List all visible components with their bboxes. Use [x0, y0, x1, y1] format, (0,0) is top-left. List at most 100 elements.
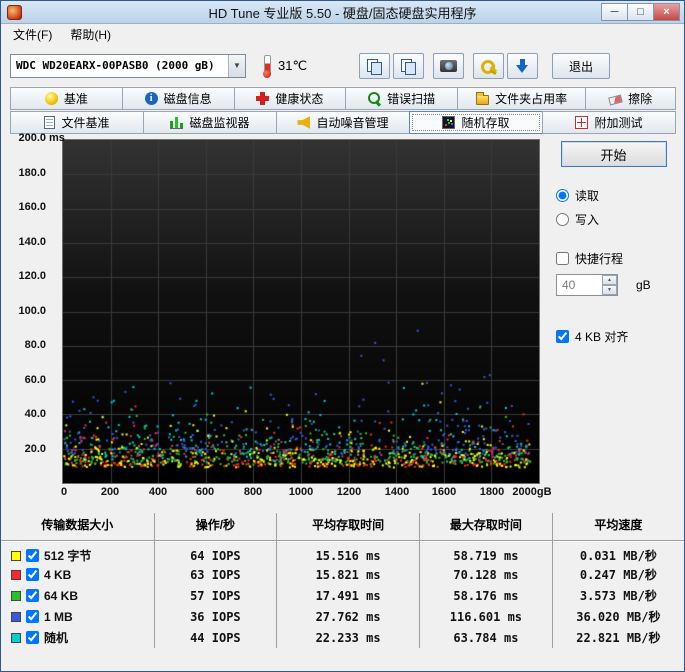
- table-row: 64 KB 57 IOPS 17.491 ms 58.176 ms 3.573 …: [1, 585, 684, 606]
- results-header-row: 传输数据大小 操作/秒 平均存取时间 最大存取时间 平均速度: [1, 513, 684, 541]
- y-axis-label: 200.0: [18, 132, 46, 144]
- speaker-icon: [297, 116, 311, 129]
- tab-aam[interactable]: 自动噪音管理: [276, 111, 410, 134]
- tab-erase[interactable]: 擦除: [585, 87, 676, 110]
- read-radio[interactable]: [556, 189, 569, 202]
- kb-align-checkbox[interactable]: [556, 330, 569, 343]
- series-checkbox[interactable]: [26, 610, 39, 623]
- menu-help[interactable]: 帮助(H): [61, 24, 120, 45]
- info-icon: i: [144, 92, 158, 105]
- close-button[interactable]: ×: [653, 3, 680, 21]
- download-icon: [516, 58, 529, 74]
- col-header-iops: 操作/秒: [154, 513, 278, 541]
- tab-label: 健康状态: [275, 92, 324, 106]
- series-checkbox[interactable]: [26, 549, 39, 562]
- tab-file-benchmark[interactable]: 文件基准: [10, 111, 144, 134]
- titlebar[interactable]: HD Tune 专业版 5.50 - 硬盘/固态硬盘实用程序 ─ □ ×: [1, 1, 684, 24]
- series-checkbox[interactable]: [26, 568, 39, 581]
- tab-disk-info[interactable]: i 磁盘信息: [121, 87, 235, 110]
- avg-speed-value: 0.031 MB/秒: [579, 549, 657, 563]
- health-cross-icon: [256, 92, 270, 105]
- tab-label: 随机存取: [461, 116, 510, 130]
- copy-text-button[interactable]: [359, 53, 391, 79]
- window-controls: ─ □ ×: [601, 3, 684, 21]
- start-button[interactable]: 开始: [560, 141, 667, 167]
- tab-row-2: 文件基准 磁盘监视器 自动噪音管理 随机存取 附加测试: [1, 111, 684, 134]
- col-header-max-access: 最大存取时间: [419, 513, 553, 541]
- y-axis-label: 80.0: [24, 339, 46, 351]
- tab-health[interactable]: 健康状态: [233, 87, 347, 110]
- series-swatch: [11, 611, 21, 622]
- col-header-avg-access: 平均存取时间: [276, 513, 421, 541]
- window-title: HD Tune 专业版 5.50 - 硬盘/固态硬盘实用程序: [208, 5, 477, 21]
- chevron-down-icon[interactable]: ▼: [228, 55, 245, 77]
- bulb-icon: [44, 92, 58, 105]
- avg-access-value: 22.233 ms: [276, 627, 421, 648]
- y-axis-label: 20.0: [24, 443, 46, 455]
- tab-random-access[interactable]: 随机存取: [409, 111, 543, 134]
- series-label: 512 字节: [44, 549, 92, 563]
- app-icon: [7, 4, 22, 20]
- results-table: 传输数据大小 操作/秒 平均存取时间 最大存取时间 平均速度 512 字节 64…: [1, 513, 684, 648]
- series-label: 随机: [44, 631, 69, 645]
- spinner-down-button[interactable]: ▼: [602, 285, 617, 295]
- series-swatch: [11, 632, 21, 643]
- drive-select[interactable]: WDC WD20EARX-00PASB0 (2000 gB) ▼: [10, 54, 246, 78]
- minimize-button[interactable]: ─: [601, 3, 628, 21]
- max-access-value: 63.784 ms: [419, 627, 553, 648]
- folder-icon: [476, 92, 490, 105]
- tab-label: 错误扫描: [387, 92, 436, 106]
- save-results-button[interactable]: [507, 53, 539, 79]
- screenshot-button[interactable]: [433, 53, 465, 79]
- kb-align-label: 4 KB 对齐: [575, 330, 629, 344]
- series-checkbox[interactable]: [26, 589, 39, 602]
- tab-extra-tests[interactable]: 附加测试: [542, 111, 676, 134]
- copy-icon: [367, 58, 383, 75]
- x-axis-label: 1800: [479, 486, 505, 498]
- chart-block: 200.0 180.0 160.0 140.0 120.0 100.0 80.0…: [10, 132, 551, 500]
- tab-benchmark[interactable]: 基准: [10, 87, 123, 110]
- y-axis-label: 100.0: [18, 305, 46, 317]
- x-axis-label: 0: [60, 486, 68, 498]
- series-label: 4 KB: [44, 567, 72, 582]
- keys-icon: [480, 59, 497, 74]
- exit-button[interactable]: 退出: [552, 53, 611, 79]
- test-controls: 开始 读取 写入 快捷行程 ▲ ▼: [540, 139, 675, 500]
- series-checkbox[interactable]: [26, 631, 39, 644]
- tab-disk-monitor[interactable]: 磁盘监视器: [143, 111, 277, 134]
- series-swatch: [11, 590, 21, 601]
- tab-label: 文件夹占用率: [495, 92, 568, 106]
- maximize-button[interactable]: □: [627, 3, 654, 21]
- options-button[interactable]: [473, 53, 505, 79]
- tab-label: 擦除: [628, 92, 653, 106]
- menu-file[interactable]: 文件(F): [4, 24, 61, 45]
- short-stroke-spinbox: ▲ ▼: [556, 274, 618, 296]
- tab-folder-usage[interactable]: 文件夹占用率: [457, 87, 587, 110]
- series-swatch: [11, 569, 21, 580]
- avg-access-value: 15.516 ms: [276, 540, 421, 564]
- y-axis-label: 160.0: [18, 201, 46, 213]
- max-access-value: 58.719 ms: [419, 540, 553, 564]
- write-radio[interactable]: [556, 213, 569, 226]
- copy-image-icon: [401, 58, 417, 75]
- eraser-icon: [608, 94, 623, 105]
- short-stroke-checkbox[interactable]: [556, 252, 569, 265]
- thermometer-icon: [261, 54, 272, 78]
- table-row: 随机 44 IOPS 22.233 ms 63.784 ms 22.821 MB…: [1, 627, 684, 648]
- x-axis-label: 1000: [288, 486, 314, 498]
- toolbar-buttons: [359, 53, 539, 79]
- iops-value: 44 IOPS: [154, 627, 278, 648]
- avg-speed-value: 3.573 MB/秒: [579, 589, 657, 603]
- tab-label: 附加测试: [594, 116, 643, 130]
- copy-image-button[interactable]: [393, 53, 425, 79]
- iops-value: 64 IOPS: [154, 540, 278, 564]
- magnifier-icon: [368, 92, 381, 105]
- table-row: 4 KB 63 IOPS 15.821 ms 70.128 ms 0.247 M…: [1, 564, 684, 585]
- ms-unit-label: ms: [49, 132, 65, 144]
- spinner-up-button[interactable]: ▲: [602, 275, 617, 285]
- tab-label: 基准: [63, 92, 88, 106]
- tab-error-scan[interactable]: 错误扫描: [345, 87, 458, 110]
- spinner: ▲ ▼: [602, 275, 617, 295]
- x-axis-label: 2000gB: [512, 486, 552, 498]
- x-axis-label: 1600: [431, 486, 457, 498]
